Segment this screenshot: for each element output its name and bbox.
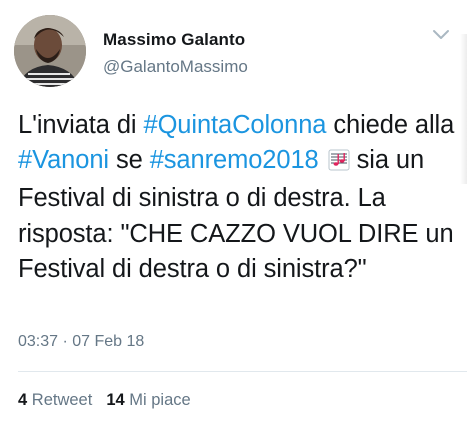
tweet-text-segment: [319, 146, 326, 174]
divider: [18, 371, 467, 372]
retweets-label: Retweet: [31, 391, 93, 409]
retweets-count: 4: [18, 391, 28, 409]
author-handle[interactable]: @GalantoMassimo: [103, 57, 248, 77]
tweet-text: L'inviata di #QuintaColonna chiede alla …: [18, 108, 456, 287]
tweet-text-segment: se: [109, 146, 150, 175]
likes-count: 14: [106, 391, 125, 409]
author-name[interactable]: Massimo Galanto: [103, 30, 245, 50]
tweet-card: Massimo Galanto @GalantoMassimo L'inviat…: [0, 0, 467, 425]
avatar[interactable]: [14, 15, 86, 87]
hashtag-link[interactable]: #QuintaColonna: [143, 111, 326, 139]
musical-score-icon: [328, 146, 350, 181]
retweets-stat[interactable]: 4 Retweet: [18, 391, 92, 409]
tweet-stats: 4 Retweet 14 Mi piace: [18, 391, 191, 410]
chevron-down-icon[interactable]: [431, 28, 451, 42]
likes-stat[interactable]: 14 Mi piace: [106, 391, 190, 409]
tweet-text-segment: chiede alla: [326, 111, 455, 139]
tweet-text-segment: L'inviata di: [18, 111, 144, 139]
likes-label: Mi piace: [129, 391, 191, 409]
hashtag-link[interactable]: #sanremo2018: [150, 146, 319, 174]
tweet-timestamp[interactable]: 03:37 · 07 Feb 18: [18, 333, 144, 351]
hashtag-link[interactable]: #Vanoni: [18, 146, 109, 174]
scrollbar-edge: [460, 34, 467, 184]
profile-photo-icon: [14, 15, 86, 87]
